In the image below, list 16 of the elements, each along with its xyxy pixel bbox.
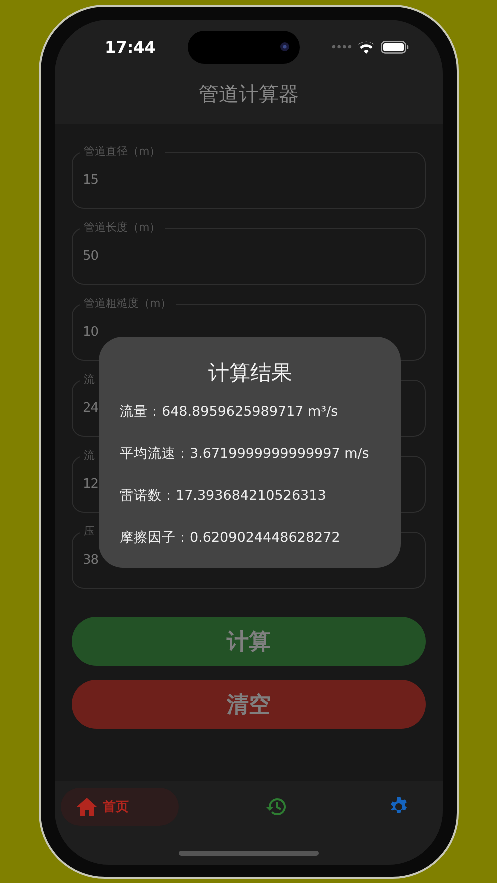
- status-time: 17:44: [105, 38, 156, 56]
- page-title: 管道计算器: [198, 81, 300, 108]
- dialog-title: 计算结果: [208, 360, 294, 387]
- result-line: 摩擦因子：0.6209024448628272: [120, 529, 342, 548]
- field-value: 10: [83, 325, 99, 340]
- field-value: 38: [83, 553, 99, 568]
- result-line: 雷诺数：17.393684210526313: [120, 487, 328, 506]
- field-label: 管道长度（m）: [80, 220, 165, 236]
- field-label: 管道粗糙度（m）: [80, 296, 176, 312]
- field-value: 12: [83, 477, 99, 492]
- field-value: 15: [83, 173, 99, 188]
- result-line: 流量：648.8959625989717 m³/s: [120, 403, 340, 422]
- result-line: 平均流速：3.6719999999999997 m/s: [120, 445, 370, 464]
- field-value: 24: [83, 401, 99, 416]
- field-label: 管道直径（m）: [80, 144, 165, 160]
- field-value: 50: [83, 249, 99, 264]
